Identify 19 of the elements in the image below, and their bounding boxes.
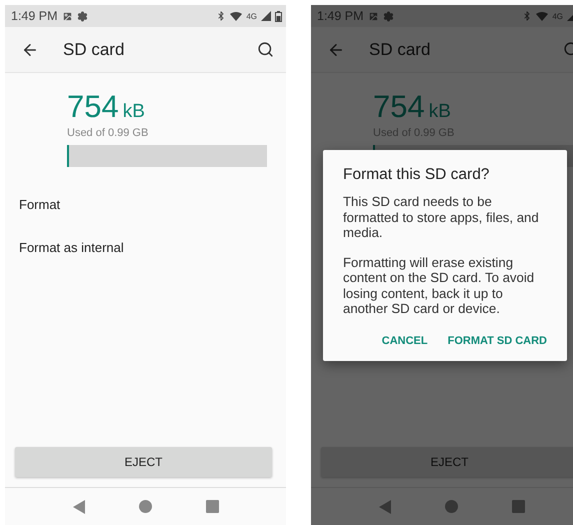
dialog-title: Format this SD card?	[343, 166, 490, 184]
screen-title: SD card	[369, 40, 432, 60]
status-time: 1:49 PM	[317, 9, 364, 23]
dialog-message: Formatting will erase existing content on the SD card. To avoid losing content, back it up to another SD card or device.	[343, 254, 536, 316]
menu-item[interactable]: Format as internal	[5, 226, 286, 269]
network-type: 4G	[246, 12, 257, 20]
network-type: 4G	[552, 12, 563, 20]
used-unit: kB	[122, 101, 145, 123]
used-amount: 754	[67, 89, 119, 125]
eject-button[interactable]: EJECT	[15, 447, 272, 477]
used-amount: 754	[373, 89, 425, 125]
dialog-action-button[interactable]: CANCEL	[382, 334, 428, 346]
dialog-message: This SD card needs to be formatted to store apps, files, and media.	[343, 194, 540, 240]
status-time: 1:49 PM	[11, 9, 58, 23]
screen-title: SD card	[63, 40, 126, 60]
dialog-action-button[interactable]: FORMAT SD CARD	[448, 334, 547, 346]
used-caption: Used of 0.99 GB	[67, 127, 150, 139]
used-unit: kB	[428, 101, 451, 123]
menu-item[interactable]: Format	[5, 183, 286, 226]
